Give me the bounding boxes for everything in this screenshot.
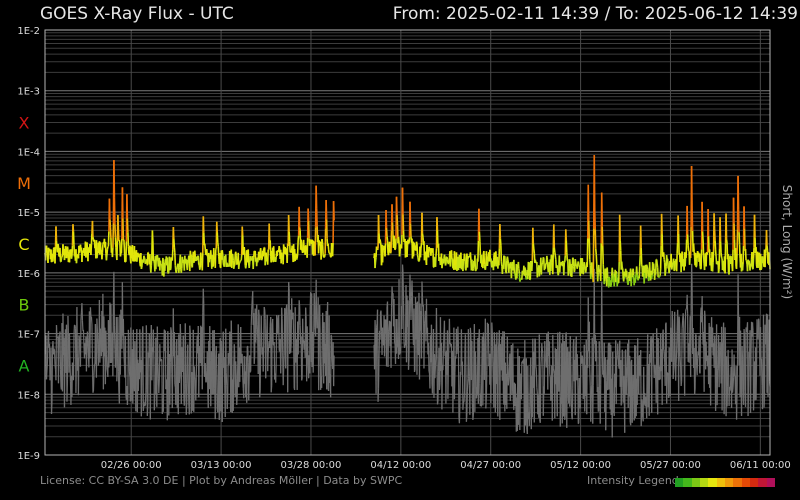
legend-swatch bbox=[724, 478, 734, 487]
legend-swatch bbox=[766, 478, 775, 487]
legend-swatch bbox=[749, 478, 759, 487]
legend-swatch bbox=[741, 478, 750, 487]
flare-class-label-m: M bbox=[17, 174, 31, 193]
short-flux-series bbox=[44, 263, 771, 438]
legend-swatch bbox=[733, 478, 742, 487]
x-tick-label: 04/12 00:00 bbox=[370, 460, 431, 471]
license-text: License: CC BY-SA 3.0 DE | Plot by Andre… bbox=[40, 474, 403, 487]
xray-flux-chart: 1E-9 1E-8 1E-7 1E-6 1E-5 1E-4 1E-3 1E-2 02/26 00… bbox=[17, 26, 794, 471]
y-tick-label: 1E-8 bbox=[17, 390, 40, 401]
intensity-legend-bar bbox=[675, 478, 775, 487]
flare-class-label-b: B bbox=[19, 296, 30, 315]
flare-class-label-a: A bbox=[19, 356, 30, 375]
x-tick-label: 05/12 00:00 bbox=[550, 460, 611, 471]
x-tick-label: 05/27 00:00 bbox=[640, 460, 701, 471]
x-tick-label: 02/26 00:00 bbox=[101, 460, 162, 471]
flare-class-label-c: C bbox=[18, 235, 29, 254]
x-tick-label: 04/27 00:00 bbox=[460, 460, 521, 471]
legend-swatch bbox=[675, 478, 684, 487]
legend-swatch bbox=[699, 478, 709, 487]
y-tick-label: 1E-7 bbox=[17, 330, 40, 341]
legend-swatch bbox=[691, 478, 700, 487]
x-tick-label: 06/11 00:00 bbox=[730, 460, 791, 471]
intensity-legend-label: Intensity Legend bbox=[587, 474, 679, 487]
x-tick-label: 03/13 00:00 bbox=[191, 460, 252, 471]
legend-swatch bbox=[683, 478, 692, 487]
legend-swatch bbox=[708, 478, 717, 487]
y-tick-label: 1E-5 bbox=[17, 208, 40, 219]
y-tick-label: 1E-6 bbox=[17, 269, 40, 280]
y-tick-label: 1E-3 bbox=[17, 87, 40, 98]
y-tick-label: 1E-4 bbox=[17, 147, 40, 158]
y-tick-label: 1E-9 bbox=[17, 451, 40, 462]
y-tick-label: 1E-2 bbox=[17, 26, 40, 37]
legend-swatch bbox=[716, 478, 725, 487]
y-axis-label: Short, Long (W/m²) bbox=[780, 185, 794, 299]
legend-swatch bbox=[758, 478, 767, 487]
x-tick-label: 03/28 00:00 bbox=[281, 460, 342, 471]
flare-class-label-x: X bbox=[19, 113, 30, 132]
